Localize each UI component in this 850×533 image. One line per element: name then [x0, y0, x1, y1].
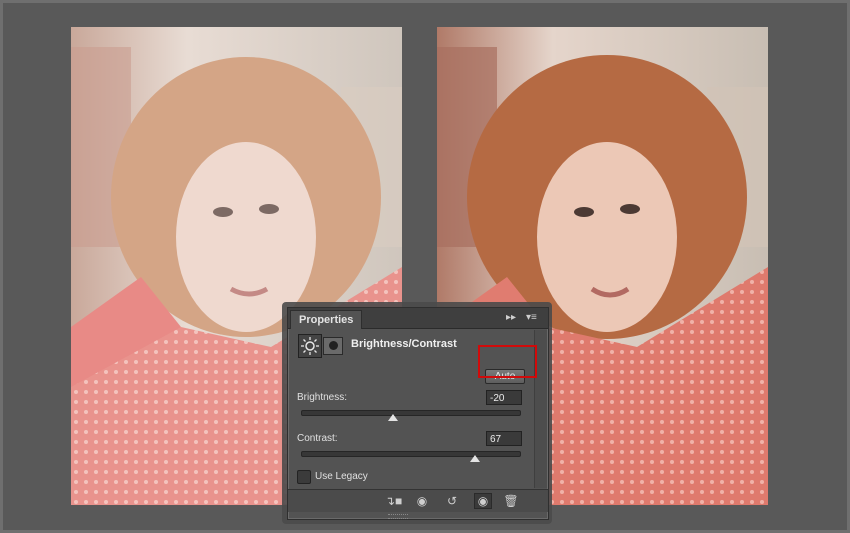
brightness-slider-track[interactable] [301, 410, 521, 416]
auto-button-highlight [478, 345, 537, 378]
clip-to-layer-icon[interactable]: ↴■ [385, 494, 402, 508]
double-chevron-right-icon[interactable]: ▸▸ [506, 312, 516, 324]
contrast-slider-thumb[interactable] [470, 455, 481, 462]
brightness-label: Brightness: [297, 392, 348, 403]
panel-menu-icon[interactable]: ▾≡ [526, 312, 537, 324]
use-legacy-checkbox[interactable] [297, 470, 311, 484]
visibility-eye-icon[interactable]: ◉ [474, 493, 492, 509]
reset-icon[interactable]: ↺ [444, 494, 460, 508]
tab-properties[interactable]: Properties [290, 310, 363, 329]
contrast-label: Contrast: [297, 433, 338, 444]
panel-resize-grip[interactable] [388, 514, 408, 519]
brightness-slider-thumb[interactable] [387, 414, 398, 421]
panel-tab-bar: Properties ▸▸ ▾≡ [288, 308, 548, 329]
trash-icon[interactable]: 🗑 [503, 494, 519, 508]
view-previous-state-icon[interactable]: ◉ [414, 494, 430, 508]
properties-panel: Properties ▸▸ ▾≡ Brightness/Contrast Aut… [287, 307, 549, 520]
brightness-value-field[interactable]: -20 [486, 390, 522, 405]
contrast-slider-track[interactable] [301, 451, 521, 457]
adjustment-title: Brightness/Contrast [351, 338, 457, 350]
contrast-value-field[interactable]: 67 [486, 431, 522, 446]
brightness-sun-icon[interactable] [298, 334, 322, 358]
panel-footer: ↴■ ◉ ↺ ◉ 🗑 [288, 489, 548, 512]
use-legacy-label: Use Legacy [315, 471, 368, 482]
layer-mask-icon[interactable] [323, 337, 343, 355]
